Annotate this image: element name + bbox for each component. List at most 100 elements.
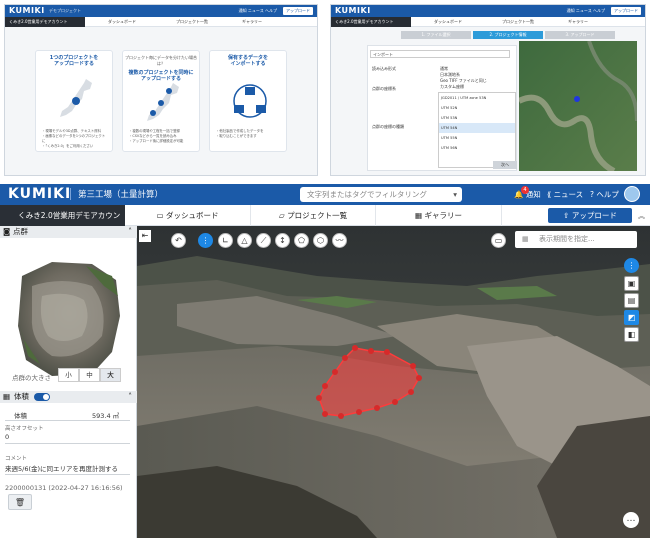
mini-nav: くみき2.0営業用デモアカウント ダッシュボード プロジェクト一覧 ギャラリー	[5, 17, 317, 27]
card-title: 1つのプロジェクトを アップロードする	[49, 55, 99, 67]
japan-map-icon	[60, 79, 92, 117]
size-medium-button[interactable]: 中	[79, 368, 100, 382]
grid-icon: ▦	[415, 211, 423, 220]
tab-gallery[interactable]: ▦ ギャラリー	[376, 205, 502, 226]
triangle-icon[interactable]: △	[237, 233, 252, 248]
crs-option[interactable]: JGD2011 / UTM zone 53N	[439, 93, 515, 103]
volume-section-header[interactable]: ▦ 体積 ˄	[0, 391, 137, 403]
monitor-icon[interactable]: ▭	[491, 233, 506, 248]
news-link[interactable]: ⟪ ニュース	[547, 189, 583, 200]
card-single-upload[interactable]: 1つのプロジェクトを アップロードする ・現場モデルや3D点群、テキスト資料 ・…	[35, 50, 113, 152]
monitor-icon: ▭	[156, 211, 164, 220]
card-multi-upload[interactable]: プロジェクト毎にデータを分けたい場合は？ 複数のプロジェクトを同時に アップロー…	[122, 50, 200, 152]
card-import[interactable]: 保有するデータを インポートする ・他社製品で作成したデータを ・取り込むことが…	[209, 50, 287, 152]
back-icon[interactable]: ↶	[171, 233, 186, 248]
comment-input[interactable]: 来週5/6(金)に同エリアを再度計測する	[5, 463, 118, 473]
mini-tab-dashboard[interactable]: ダッシュボード	[413, 17, 483, 27]
tab-projects[interactable]: ▱ プロジェクト一覧	[251, 205, 376, 226]
height-icon[interactable]: ↕	[275, 233, 290, 248]
size-small-button[interactable]: 小	[58, 368, 79, 382]
crs-list[interactable]: JGD2011 / UTM zone 53N UTM 52N UTM 53N U…	[438, 92, 516, 168]
terrain-render[interactable]	[137, 226, 650, 538]
radio-custom[interactable]: カスタム座標	[440, 84, 487, 90]
view-perspective-icon[interactable]: ◩	[624, 310, 639, 325]
satellite-map[interactable]	[519, 41, 637, 171]
chat-icon[interactable]: …	[623, 512, 639, 528]
mini-tab-projects[interactable]: プロジェクト一覧	[157, 17, 227, 27]
folder-icon: ▱	[278, 211, 285, 220]
project-title: 第三工場（土量計算）	[70, 188, 163, 200]
pointcloud-section-header[interactable]: ◙ 点群 ˄	[0, 226, 137, 238]
next-button[interactable]: 次へ	[493, 161, 517, 169]
help-label: ヘルプ	[596, 190, 619, 199]
mini-account[interactable]: くみき2.0営業用デモアカウント	[5, 17, 85, 27]
pointcloud-viewer[interactable]: ⇤ ↶ ⋮ ∟ △ ⟋ ↕ ⬠ ⬡ 〰 ▭ ▦ 表示期間を指定... ⋮ ▣ ▤…	[137, 226, 650, 538]
mini-upload-button[interactable]: アップロード	[283, 7, 313, 15]
crs-option[interactable]: UTM 56N	[439, 143, 515, 153]
help-link[interactable]: ? ヘルプ	[590, 189, 619, 200]
collapse-panel-icon[interactable]: ⇤	[139, 230, 151, 242]
avatar[interactable]	[624, 186, 640, 202]
crs-option[interactable]: UTM 52N	[439, 103, 515, 113]
volume-label: 体積	[14, 412, 27, 420]
upload-button[interactable]: ⇧ アップロード	[548, 208, 632, 223]
crs-option[interactable]: UTM 55N	[439, 133, 515, 143]
mini-tab-projects[interactable]: プロジェクト一覧	[483, 17, 553, 27]
volume-icon[interactable]: ⬡	[313, 233, 328, 248]
location-marker[interactable]	[574, 96, 580, 102]
tab-label: ダッシュボード	[165, 211, 219, 220]
chevron-up-icon[interactable]: ˄	[128, 391, 132, 403]
search-input[interactable]: 文字列またはタグでフィルタリング ▾	[300, 187, 462, 202]
card-desc: ・現場モデルや3D点群、テキスト資料 ・画像などのデータを1つのプロジェクトに …	[42, 129, 106, 148]
view-front-icon[interactable]: ▤	[624, 293, 639, 308]
main-nav: くみき2.0営業用デモアカウント ▭ ダッシュボード ▱ プロジェクト一覧 ▦ …	[0, 205, 650, 241]
area-icon[interactable]: ⬠	[294, 233, 309, 248]
notify-badge: 4	[521, 186, 529, 194]
mini-upload-button[interactable]: アップロード	[611, 7, 641, 15]
height-offset-label: 高さオフセット	[5, 426, 44, 432]
divider	[5, 443, 130, 444]
chevron-up-icon[interactable]: ˄	[128, 226, 132, 238]
point-size-label: 点群の大きさ	[12, 374, 51, 382]
chevron-down-icon[interactable]: ▾	[453, 187, 457, 202]
mini-tab-dashboard[interactable]: ダッシュボード	[87, 17, 157, 27]
tab-label: ギャラリー	[424, 211, 462, 220]
import-select[interactable]: インポート	[370, 50, 510, 58]
more-vertical-icon[interactable]: ⋮	[198, 233, 213, 248]
crs-option-selected[interactable]: UTM 54N	[439, 123, 515, 133]
mini-tab-gallery[interactable]: ギャラリー	[553, 17, 603, 27]
kumiki-logo[interactable]: KUMIKI	[8, 186, 71, 202]
view-cube-icon[interactable]: ◧	[624, 327, 639, 342]
distance-icon[interactable]: ⟋	[256, 233, 271, 248]
mini-header: KUMIKI 通知 ニュース ヘルプ アップロード	[331, 5, 645, 17]
card-top: プロジェクト毎にデータを分けたい場合は？	[125, 55, 197, 66]
height-offset-input[interactable]: 0	[5, 433, 9, 441]
divider	[5, 474, 130, 475]
view-top-icon[interactable]: ▣	[624, 276, 639, 291]
volume-title: 体積	[14, 392, 29, 401]
card-desc: ・複数の現場や工程を一括で登録 ・CSVなどから一覧を読み込み ・アップロード後…	[129, 129, 184, 143]
mini-nav: くみき2.0営業用デモアカウント ダッシュボード プロジェクト一覧 ギャラリー	[331, 17, 645, 27]
mini-subtitle: デモプロジェクト	[49, 8, 81, 13]
crs-option[interactable]: UTM 53N	[439, 113, 515, 123]
delete-button[interactable]: 🗑	[8, 494, 32, 510]
measure-angle-icon[interactable]: ∟	[218, 233, 233, 248]
step-2: 2. プロジェクト情報	[473, 31, 543, 39]
mini-account[interactable]: くみき2.0営業用デモアカウント	[331, 17, 411, 27]
radio-group[interactable]: 通常 日本測地系 Geo TIFF ファイルと同じ カスタム座標	[440, 66, 487, 90]
size-large-button[interactable]: 大	[100, 368, 121, 382]
mini-tab-gallery[interactable]: ギャラリー	[227, 17, 277, 27]
tab-dashboard[interactable]: ▭ ダッシュボード	[125, 205, 251, 226]
record-id: 2200000131 (2022-04-27 16:16:56)	[5, 484, 123, 492]
account-name[interactable]: くみき2.0営業用デモアカウント	[0, 205, 125, 241]
mini-header-links[interactable]: 通知 ニュース ヘルプ	[239, 8, 277, 14]
volume-toggle[interactable]	[34, 393, 50, 401]
news-icon: ⟪	[547, 190, 552, 199]
help-icon: ?	[590, 190, 594, 199]
chevron-up-icon[interactable]: ︽	[638, 211, 645, 221]
more-vertical-icon[interactable]: ⋮	[624, 258, 639, 273]
properties-panel: ◙ 点群 ˄ 点群の大きさ 小 中 大 ▦ 体積 ˄ 体積 593.4 ㎥ 高さ…	[0, 226, 137, 538]
profile-icon[interactable]: 〰	[332, 233, 347, 248]
mini-header-links[interactable]: 通知 ニュース ヘルプ	[567, 8, 605, 14]
date-range-input[interactable]: ▦ 表示期間を指定...	[515, 231, 637, 248]
